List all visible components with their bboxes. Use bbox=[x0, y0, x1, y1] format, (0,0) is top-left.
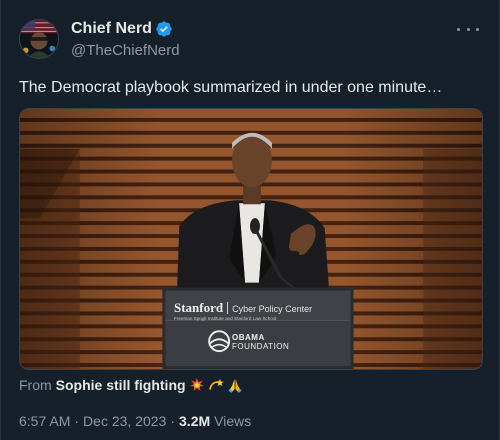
collision-icon bbox=[189, 377, 205, 393]
source-account-link[interactable]: Sophie still fighting bbox=[56, 376, 186, 394]
tweet-date[interactable]: Dec 23, 2023 bbox=[83, 412, 166, 430]
tweet-header: Chief Nerd @TheChiefNerd bbox=[19, 18, 483, 62]
author-avatar[interactable] bbox=[19, 19, 59, 59]
verified-badge-icon[interactable] bbox=[155, 20, 173, 38]
foundation-line-1: OBAMA bbox=[232, 333, 265, 342]
display-name-row: Chief Nerd bbox=[71, 18, 180, 40]
video-source-attribution: From Sophie still fighting bbox=[19, 376, 243, 394]
author-handle[interactable]: @TheChiefNerd bbox=[71, 41, 180, 61]
more-horizontal-icon[interactable] bbox=[457, 22, 479, 36]
views-label: Views bbox=[214, 413, 252, 429]
tweet-text: The Democrat playbook summarized in unde… bbox=[19, 79, 443, 96]
video-player[interactable]: Stanford Cyber Policy Center Freeman Spo… bbox=[19, 108, 483, 370]
podium-divider bbox=[227, 302, 229, 314]
folded-hands-icon bbox=[227, 377, 243, 393]
avatar-image bbox=[20, 20, 58, 58]
author-names: Chief Nerd @TheChiefNerd bbox=[71, 18, 180, 61]
dizzy-icon bbox=[208, 377, 224, 393]
podium-center: Cyber Policy Center bbox=[232, 304, 313, 314]
tweet-card: Chief Nerd @TheChiefNerd The Democrat pl… bbox=[0, 0, 500, 440]
tweet-meta: 6:57 AM · Dec 23, 2023 · 3.2M Views bbox=[19, 412, 251, 430]
podium-subline: Freeman Spogli Institute and Stanford La… bbox=[174, 316, 277, 321]
tweet-time[interactable]: 6:57 AM bbox=[19, 412, 70, 430]
foundation-line-2: FOUNDATION bbox=[232, 342, 290, 351]
views-count: 3.2M bbox=[179, 413, 211, 429]
author-display-name[interactable]: Chief Nerd bbox=[71, 18, 152, 40]
podium-brand: Stanford bbox=[174, 300, 224, 315]
source-prefix: From bbox=[19, 377, 52, 393]
meta-separator: · bbox=[74, 413, 80, 429]
meta-separator: · bbox=[170, 413, 176, 429]
podium-sign: Stanford Cyber Policy Center Freeman Spo… bbox=[166, 292, 352, 368]
